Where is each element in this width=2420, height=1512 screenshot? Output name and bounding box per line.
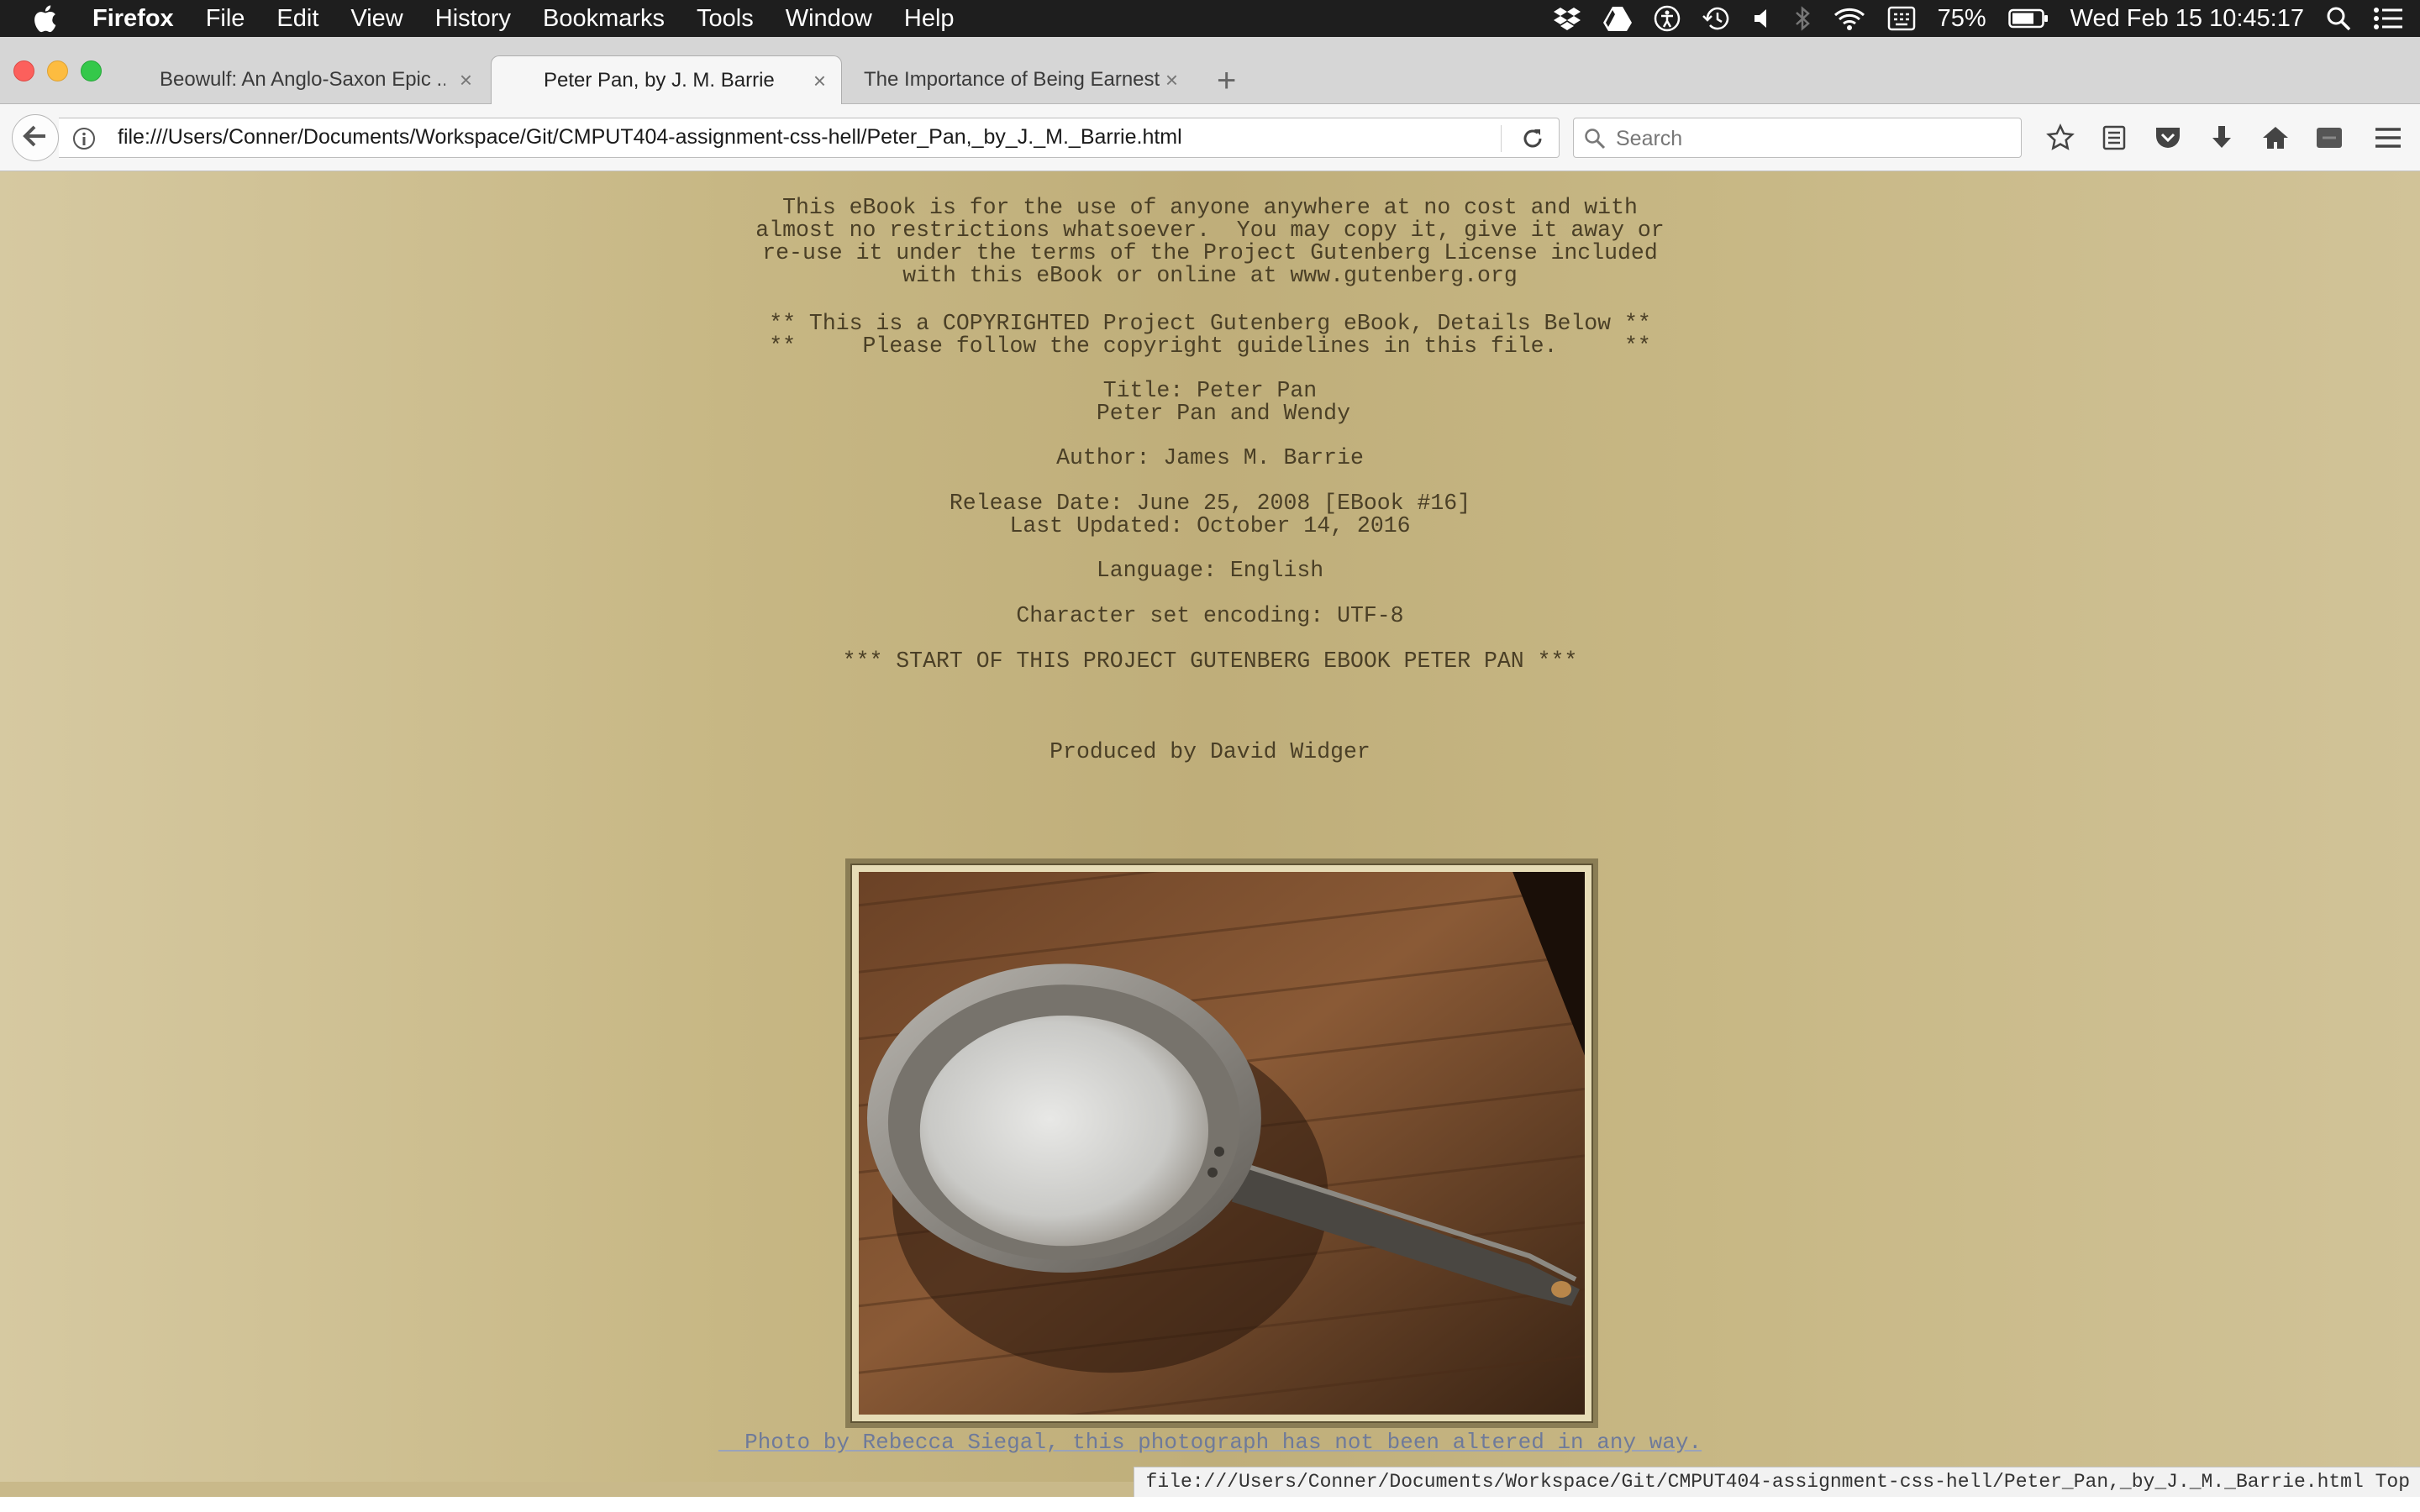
bluetooth-icon[interactable] <box>1793 5 1812 32</box>
pocket-icon[interactable] <box>2141 124 2195 151</box>
frying-pan-photo <box>859 872 1585 1415</box>
license-text: This eBook is for the use of anyone anyw… <box>755 195 1665 288</box>
volume-icon[interactable] <box>1753 7 1771 30</box>
release-info: Release Date: June 25, 2008 [EBook #16] … <box>949 491 1471 538</box>
tab-beowulf[interactable]: Beowulf: An Anglo-Saxon Epic ... × <box>143 55 487 104</box>
reader-list-icon[interactable] <box>2087 124 2141 151</box>
close-tab-icon[interactable]: × <box>813 68 826 94</box>
url-text[interactable]: file:///Users/Conner/Documents/Workspace… <box>118 125 1182 150</box>
info-icon[interactable] <box>72 127 96 155</box>
home-icon[interactable] <box>2249 124 2302 151</box>
menu-bookmarks[interactable]: Bookmarks <box>543 5 665 33</box>
apple-icon[interactable] <box>32 4 60 33</box>
menu-view[interactable]: View <box>350 5 402 33</box>
language: Language: English <box>1096 558 1324 583</box>
menu-firefox[interactable]: Firefox <box>92 5 174 33</box>
start-marker: *** START OF THIS PROJECT GUTENBERG EBOO… <box>842 648 1578 674</box>
tab-importance-of-being-earnest[interactable]: The Importance of Being Earnest × <box>845 55 1193 104</box>
menu-edit[interactable]: Edit <box>276 5 318 33</box>
back-button[interactable] <box>12 114 59 161</box>
battery-percent: 75% <box>1937 4 1986 32</box>
tab-title: The Importance of Being Earnest <box>864 68 1160 91</box>
close-window-button[interactable] <box>13 60 34 81</box>
book-author: Author: James M. Barrie <box>1056 445 1364 470</box>
hamburger-menu-icon[interactable] <box>2371 121 2405 155</box>
book-title: Title: Peter Pan Peter Pan and Wendy <box>1096 378 1350 426</box>
google-drive-icon[interactable] <box>1602 6 1632 31</box>
battery-icon[interactable] <box>2007 8 2049 29</box>
producer-credit: Produced by David Widger <box>1050 739 1370 764</box>
wifi-icon[interactable] <box>1833 6 1865 31</box>
photo-caption-link[interactable]: Photo by Rebecca Siegal, this photograph… <box>0 1430 2420 1455</box>
extension-icon[interactable] <box>2302 125 2356 150</box>
search-placeholder: Search <box>1616 127 1683 150</box>
photo-frame <box>845 858 1598 1428</box>
navigation-toolbar: file:///Users/Conner/Documents/Workspace… <box>0 104 2420 171</box>
copyright-notice: ** This is a COPYRIGHTED Project Gutenbe… <box>769 311 1651 359</box>
menu-bar-status-area: 75% Wed Feb 15 10:45:17 <box>1542 0 2420 37</box>
menu-file[interactable]: File <box>206 5 245 33</box>
search-icon <box>1584 128 1606 154</box>
window-controls <box>13 60 114 81</box>
macos-menu-bar: Firefox File Edit View History Bookmarks… <box>0 0 2420 37</box>
dropbox-icon[interactable] <box>1553 6 1581 31</box>
bookmark-star-icon[interactable] <box>2033 123 2087 152</box>
menu-history[interactable]: History <box>435 5 511 33</box>
page-content: This eBook is for the use of anyone anyw… <box>0 171 2420 1482</box>
tab-title: Peter Pan, by J. M. Barrie <box>544 68 775 92</box>
menu-help[interactable]: Help <box>904 5 955 33</box>
menu-window[interactable]: Window <box>786 5 872 33</box>
tab-strip: Beowulf: An Anglo-Saxon Epic ... × Peter… <box>0 37 2420 104</box>
spotlight-icon[interactable] <box>2326 6 2351 31</box>
back-icon <box>23 124 48 152</box>
close-tab-icon[interactable]: × <box>1165 67 1178 93</box>
url-bar-divider <box>1501 125 1502 152</box>
zoom-window-button[interactable] <box>81 60 102 81</box>
minimize-window-button[interactable] <box>47 60 68 81</box>
url-bar[interactable]: file:///Users/Conner/Documents/Workspace… <box>59 118 1560 158</box>
reload-icon[interactable] <box>1521 127 1544 155</box>
search-bar[interactable]: Search <box>1573 118 2022 158</box>
notification-center-icon[interactable] <box>2373 7 2403 30</box>
close-tab-icon[interactable]: × <box>460 67 472 93</box>
character-encoding: Character set encoding: UTF-8 <box>1016 603 1404 628</box>
toolbar-icons <box>2033 121 2356 155</box>
accessibility-icon[interactable] <box>1654 5 1681 32</box>
new-tab-button[interactable]: + <box>1217 64 1236 97</box>
tab-title: Beowulf: An Anglo-Saxon Epic ... <box>160 68 445 91</box>
clock-datetime[interactable]: Wed Feb 15 10:45:17 <box>2070 5 2304 33</box>
link-status-bar: file:///Users/Conner/Documents/Workspace… <box>1133 1467 2420 1497</box>
menu-tools[interactable]: Tools <box>697 5 754 33</box>
tab-peter-pan[interactable]: Peter Pan, by J. M. Barrie × <box>491 55 842 104</box>
window-bottom-edge <box>0 1497 2420 1512</box>
time-machine-icon[interactable] <box>1702 5 1731 32</box>
keyboard-icon[interactable] <box>1887 6 1916 31</box>
download-icon[interactable] <box>2195 124 2249 151</box>
